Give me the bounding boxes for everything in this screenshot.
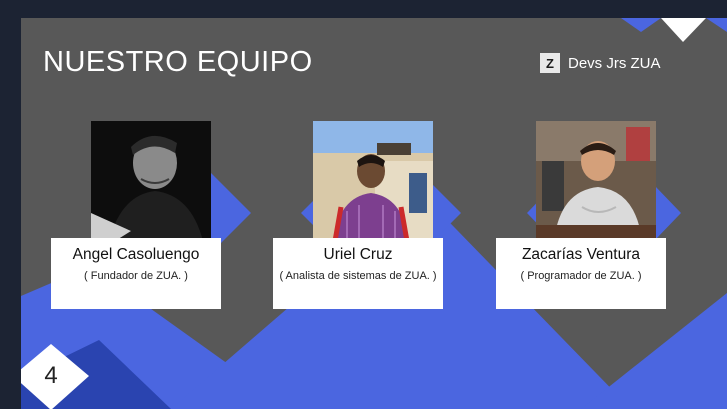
- member-2-name: Uriel Cruz: [323, 246, 393, 263]
- top-right-blue-triangle: [621, 18, 661, 32]
- member-3-portrait-image: [536, 121, 656, 241]
- member-2-card: Uriel Cruz ( Analista de sistemas de ZUA…: [273, 238, 443, 309]
- member-3-photo: [536, 121, 656, 241]
- top-right-white-triangle: [661, 18, 706, 42]
- member-3-card: Zacarías Ventura ( Programador de ZUA. ): [496, 238, 666, 309]
- page-number-badge: 4: [21, 336, 101, 409]
- member-1-name: Angel Casoluengo: [72, 246, 200, 263]
- member-2-portrait-image: [313, 121, 433, 241]
- top-right-corner-triangle: [706, 18, 727, 32]
- member-1-portrait-image: [91, 121, 211, 241]
- member-1-card: Angel Casoluengo ( Fundador de ZUA. ): [51, 238, 221, 309]
- slide: NUESTRO EQUIPO Z Devs Jrs ZUA Angel Caso…: [21, 18, 727, 409]
- member-3-name: Zacarías Ventura: [521, 246, 641, 263]
- member-1-role: ( Fundador de ZUA. ): [84, 270, 188, 282]
- member-2-role: ( Analista de sistemas de ZUA. ): [279, 270, 437, 282]
- page-number: 4: [44, 362, 58, 389]
- member-3-role: ( Programador de ZUA. ): [520, 270, 642, 282]
- member-1-photo: [91, 121, 211, 241]
- member-2-photo: [313, 121, 433, 241]
- bottom-right-blue-shape: [581, 293, 727, 409]
- brand: Z Devs Jrs ZUA: [540, 53, 661, 73]
- brand-logo-icon: Z: [540, 53, 560, 73]
- slide-title: NUESTRO EQUIPO: [43, 46, 313, 78]
- brand-name: Devs Jrs ZUA: [568, 54, 661, 72]
